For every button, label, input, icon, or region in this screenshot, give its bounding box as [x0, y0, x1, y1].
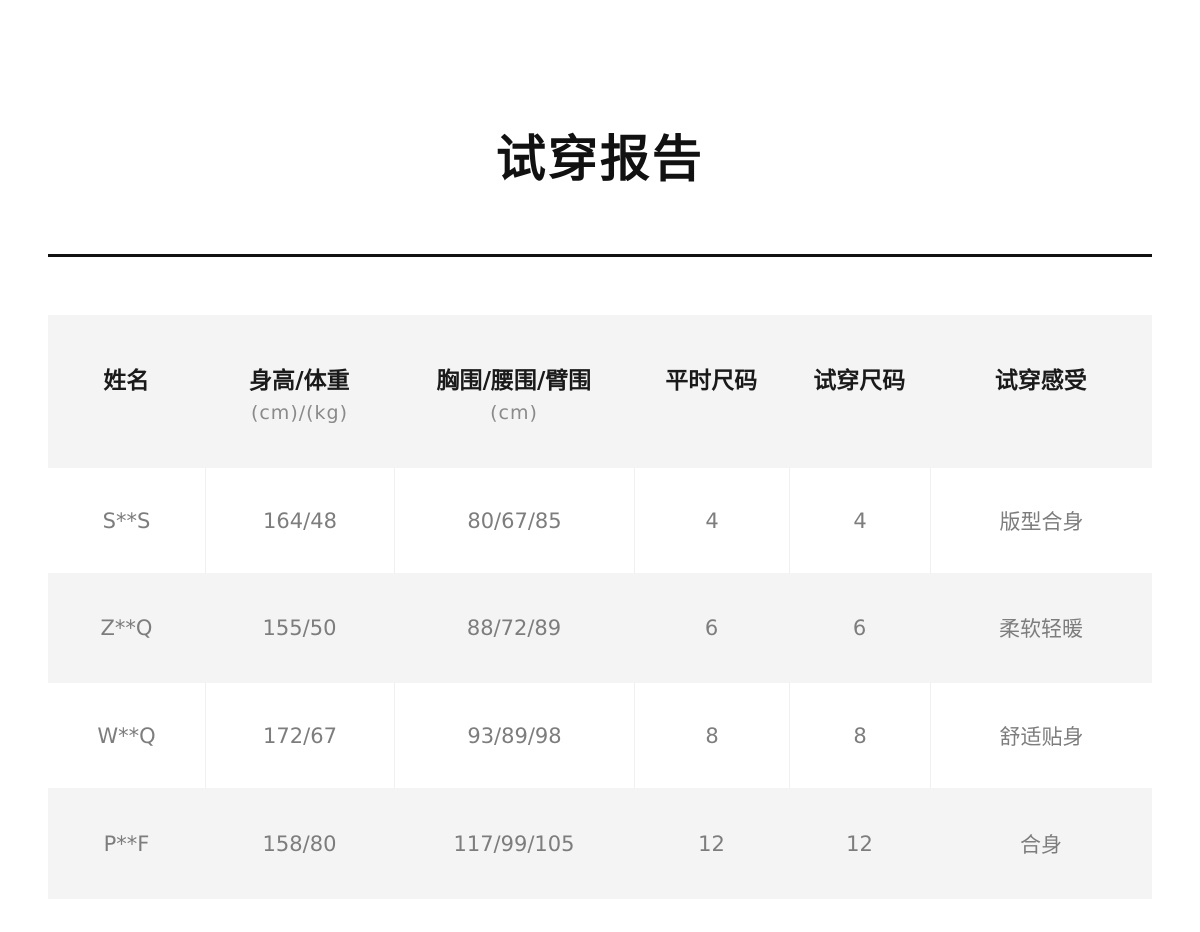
page: 试穿报告 姓名 身高/体重 (cm)/(kg) 胸围/腰围/臂围 (cm) 平时…	[0, 0, 1200, 932]
cell-usual-size: 4	[634, 468, 789, 573]
header-usual-size: 平时尺码	[634, 315, 789, 468]
cell-feeling: 舒适贴身	[930, 683, 1152, 788]
header-label: 胸围/腰围/臂围	[436, 368, 592, 394]
cell-measurements: 80/67/85	[394, 468, 634, 573]
cell-height-weight: 172/67	[205, 683, 394, 788]
cell-trial-size: 12	[789, 788, 930, 899]
cell-measurements: 93/89/98	[394, 683, 634, 788]
header-name: 姓名	[48, 315, 205, 468]
cell-usual-size: 12	[634, 788, 789, 899]
cell-feeling: 合身	[930, 788, 1152, 899]
header-label: 身高/体重	[249, 368, 350, 394]
cell-name: P**F	[48, 788, 205, 899]
cell-feeling: 版型合身	[930, 468, 1152, 573]
header-label: 试穿感受	[995, 368, 1087, 394]
header-unit: (cm)	[490, 402, 538, 424]
cell-usual-size: 8	[634, 683, 789, 788]
page-title: 试穿报告	[496, 130, 704, 188]
header-trial-size: 试穿尺码	[789, 315, 930, 468]
title-divider	[48, 254, 1152, 257]
cell-measurements: 117/99/105	[394, 788, 634, 899]
cell-name: W**Q	[48, 683, 205, 788]
header-unit: (cm)/(kg)	[250, 402, 349, 424]
cell-height-weight: 164/48	[205, 468, 394, 573]
cell-name: S**S	[48, 468, 205, 573]
cell-trial-size: 6	[789, 573, 930, 683]
fitting-report-table: 姓名 身高/体重 (cm)/(kg) 胸围/腰围/臂围 (cm) 平时尺码 试穿…	[48, 315, 1152, 899]
header-label: 试穿尺码	[813, 368, 906, 394]
cell-name: Z**Q	[48, 573, 205, 683]
header-label: 姓名	[103, 368, 150, 394]
cell-measurements: 88/72/89	[394, 573, 634, 683]
header-height-weight: 身高/体重 (cm)/(kg)	[205, 315, 394, 468]
cell-usual-size: 6	[634, 573, 789, 683]
cell-feeling: 柔软轻暖	[930, 573, 1152, 683]
cell-trial-size: 4	[789, 468, 930, 573]
cell-height-weight: 158/80	[205, 788, 394, 899]
header-measurements: 胸围/腰围/臂围 (cm)	[394, 315, 634, 468]
header-label: 平时尺码	[665, 368, 758, 394]
cell-height-weight: 155/50	[205, 573, 394, 683]
cell-trial-size: 8	[789, 683, 930, 788]
header-feeling: 试穿感受	[930, 315, 1152, 468]
